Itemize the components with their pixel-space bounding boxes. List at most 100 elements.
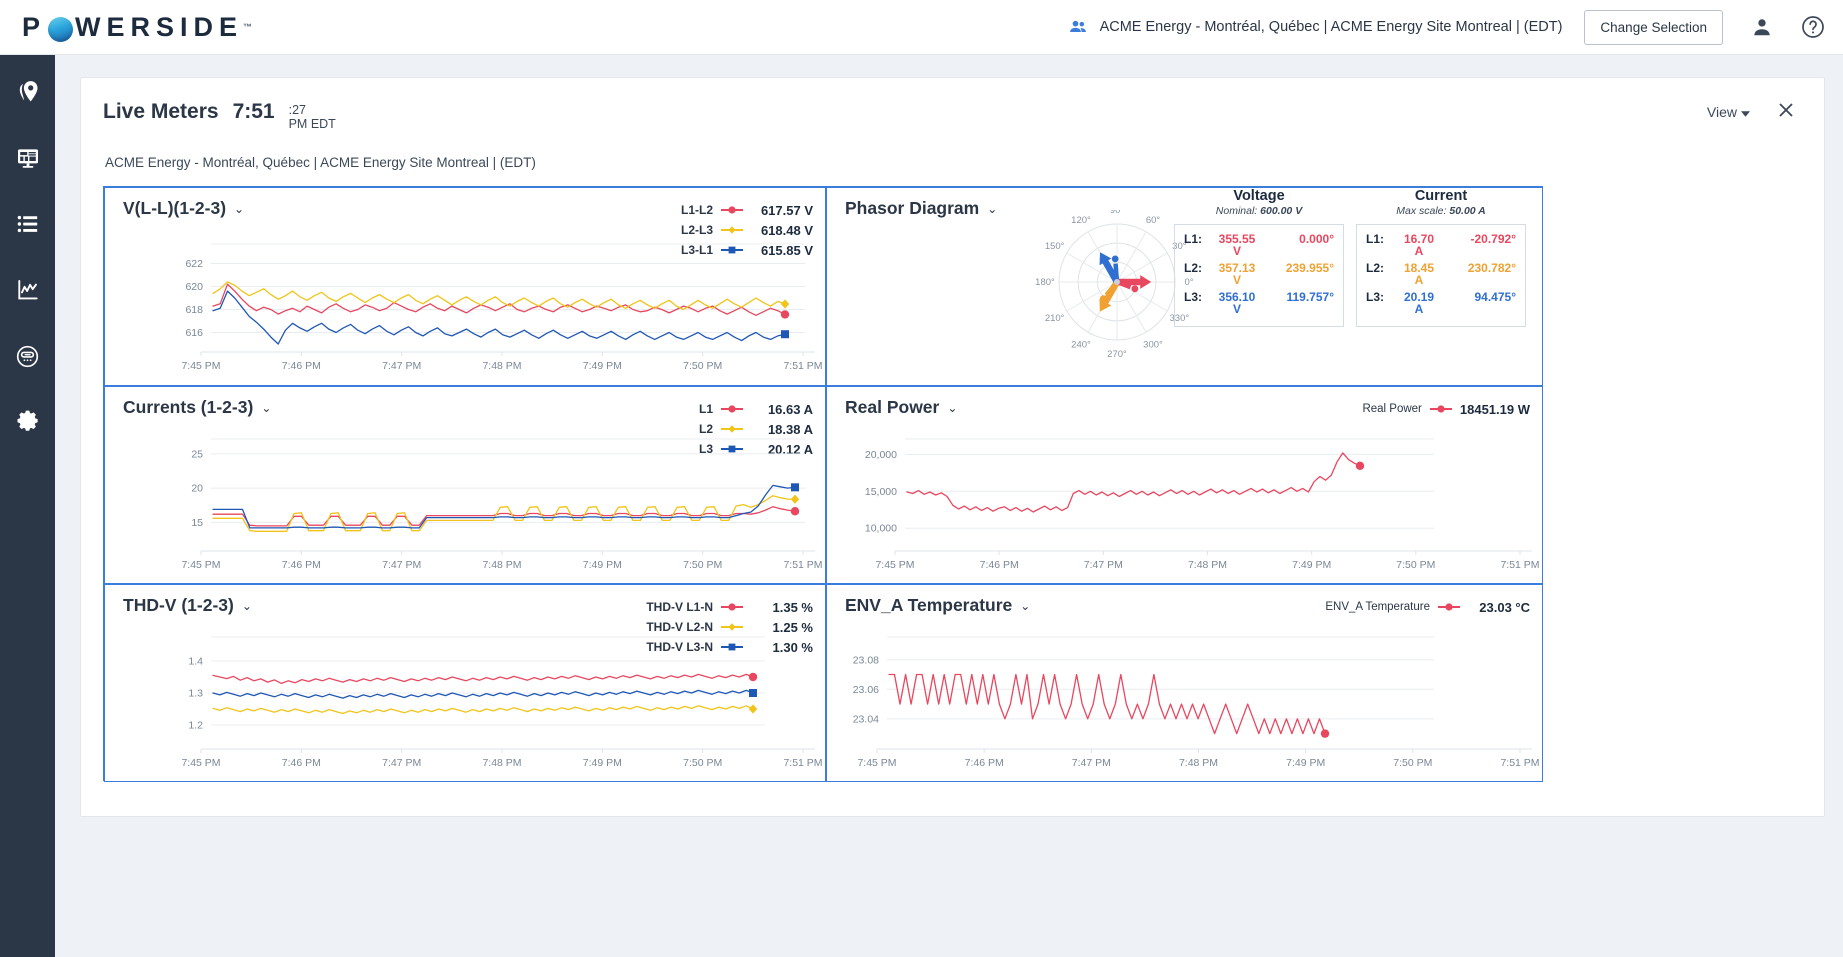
svg-text:620: 620 [185, 281, 203, 293]
legend-label: THD-V L1-N [646, 600, 713, 614]
current-maxscale-label: Max scale: [1396, 205, 1447, 217]
svg-text:90°: 90° [1110, 210, 1125, 216]
legend-label: Real Power [1362, 403, 1422, 415]
row-label: L1: [1366, 232, 1384, 246]
env-a-temperature-title[interactable]: ENV_A Temperature ⌄ [845, 595, 1030, 616]
current-seconds: :27 [288, 103, 306, 117]
sidebar-item-meters[interactable] [11, 339, 45, 373]
legend-value: 18451.19 W [1459, 401, 1530, 417]
svg-text:7:48 PM: 7:48 PM [482, 360, 521, 372]
svg-text:7:50 PM: 7:50 PM [1396, 559, 1435, 571]
row-angle: -20.792° [1470, 232, 1517, 246]
svg-text:15,000: 15,000 [865, 486, 897, 498]
voltage-ll-title[interactable]: V(L-L)(1-2-3) ⌄ [123, 198, 244, 219]
row-angle: 119.757° [1286, 290, 1334, 304]
phasor-title[interactable]: Phasor Diagram ⌄ [845, 198, 997, 219]
svg-text:7:50 PM: 7:50 PM [683, 757, 722, 769]
svg-text:60°: 60° [1146, 215, 1161, 226]
svg-text:7:49 PM: 7:49 PM [583, 559, 622, 571]
svg-text:7:49 PM: 7:49 PM [1286, 757, 1325, 769]
svg-text:7:50 PM: 7:50 PM [683, 360, 722, 372]
current-heading: Current [1414, 188, 1468, 204]
svg-text:15: 15 [191, 517, 203, 529]
legend-item: L1-L2 617.57 V [681, 200, 813, 220]
current-maxscale-value: 50.00 A [1449, 205, 1486, 217]
svg-text:618: 618 [185, 304, 203, 316]
trademark-mark: ™ [243, 22, 253, 32]
svg-text:7:45 PM: 7:45 PM [857, 757, 896, 769]
change-selection-button[interactable]: Change Selection [1584, 9, 1723, 45]
thd-v-title[interactable]: THD-V (1-2-3) ⌄ [123, 595, 252, 616]
voltage-heading: Voltage [1233, 188, 1285, 204]
panel-thd-v: THD-V (1-2-3) ⌄ THD-V L1-N 1.35 % THD-V … [104, 584, 826, 782]
svg-text:7:48 PM: 7:48 PM [1179, 757, 1218, 769]
chevron-down-icon: ⌄ [241, 598, 252, 613]
legend-item: Real Power 18451.19 W [1362, 399, 1530, 419]
sidebar-item-locations[interactable] [11, 75, 45, 109]
row-unit: A [1414, 244, 1424, 258]
real-power-title[interactable]: Real Power ⌄ [845, 397, 957, 418]
env-a-temperature-header: ENV_A Temperature ⌄ ENV_A Temperature 23… [827, 585, 1542, 617]
sidebar-item-trends-chart[interactable] [11, 273, 45, 307]
table-row: L1: 16.70 A -20.792° [1366, 232, 1516, 258]
help-icon[interactable] [1801, 15, 1825, 39]
live-meters-card: Live Meters 7:51 :27 PM EDT View ACME En… [80, 77, 1825, 817]
real-power-plot: 20,000 15,000 10,000 7:45 PM 7:46 PM 7:47 PM 7… [865, 438, 1540, 571]
title-row: Live Meters 7:51 :27 PM EDT [103, 100, 336, 135]
charts-grid: V(L-L)(1-2-3) ⌄ L1-L2 617.57 V L2-L3 618… [103, 186, 1543, 782]
table-row: L2: 18.45 A 230.782° [1366, 261, 1516, 287]
legend-value: 617.57 V [760, 202, 813, 218]
legend-value: 16.63 A [767, 401, 813, 417]
svg-text:7:46 PM: 7:46 PM [980, 559, 1019, 571]
view-dropdown[interactable]: View [1707, 104, 1750, 120]
row-magnitude: 356.10 V [1209, 290, 1265, 316]
svg-text:7:48 PM: 7:48 PM [1188, 559, 1227, 571]
legend-marker-circle [721, 205, 743, 215]
chevron-down-icon [1741, 104, 1750, 120]
row-label: L2: [1184, 261, 1202, 275]
table-row: L3: 356.10 V 119.757° [1184, 290, 1334, 316]
svg-text:7:45 PM: 7:45 PM [181, 559, 220, 571]
sidebar-item-settings[interactable] [11, 405, 45, 439]
row-magnitude: 355.55 V [1209, 232, 1265, 258]
svg-text:7:45 PM: 7:45 PM [181, 360, 220, 372]
powerside-logo[interactable]: P WERSIDE ™ [22, 12, 252, 43]
currents-title-text: Currents (1-2-3) [123, 397, 254, 417]
svg-text:7:47 PM: 7:47 PM [1072, 757, 1111, 769]
close-icon[interactable] [1776, 100, 1796, 124]
panel-real-power: Real Power ⌄ Real Power 18451.19 W 20,00… [826, 386, 1543, 584]
globe-icon [48, 16, 74, 42]
svg-text:23.08: 23.08 [853, 654, 879, 666]
row-label: L3: [1184, 290, 1202, 304]
legend-item: L1 16.63 A [699, 399, 813, 419]
sidebar-item-events-list[interactable] [11, 207, 45, 241]
legend-label: ENV_A Temperature [1325, 601, 1430, 613]
ampm-timezone: PM EDT [288, 116, 336, 131]
row-angle: 0.000° [1299, 232, 1334, 246]
top-bar-right: ACME Energy - Montréal, Québec | ACME En… [1068, 9, 1843, 45]
svg-text:7:46 PM: 7:46 PM [282, 360, 321, 372]
real-power-title-text: Real Power [845, 397, 940, 417]
legend-label: L1 [698, 402, 713, 416]
legend-value: 23.03 °C [1479, 599, 1530, 615]
panel-voltage-ll: V(L-L)(1-2-3) ⌄ L1-L2 617.57 V L2-L3 618… [104, 187, 826, 386]
legend-value: 1.35 % [772, 599, 813, 615]
voltage-nominal-label: Nominal: [1215, 205, 1258, 217]
row-magnitude: 16.70 A [1391, 232, 1447, 258]
row-unit: A [1414, 273, 1424, 287]
chevron-down-icon: ⌄ [261, 400, 272, 415]
svg-text:7:49 PM: 7:49 PM [583, 757, 622, 769]
svg-text:7:47 PM: 7:47 PM [1084, 559, 1123, 571]
user-account-icon[interactable] [1751, 16, 1773, 38]
chevron-down-icon: ⌄ [1020, 598, 1031, 613]
sidebar-item-dashboard[interactable] [11, 141, 45, 175]
svg-text:7:51 PM: 7:51 PM [1500, 757, 1539, 769]
real-power-header: Real Power ⌄ Real Power 18451.19 W [827, 387, 1542, 419]
currents-title[interactable]: Currents (1-2-3) ⌄ [123, 397, 271, 418]
legend-marker-circle [1429, 404, 1452, 414]
svg-text:7:48 PM: 7:48 PM [482, 757, 521, 769]
legend-marker-circle [721, 602, 743, 612]
row-label: L2: [1366, 261, 1384, 275]
thd-v-title-text: THD-V (1-2-3) [123, 595, 234, 615]
svg-text:10,000: 10,000 [865, 523, 897, 535]
